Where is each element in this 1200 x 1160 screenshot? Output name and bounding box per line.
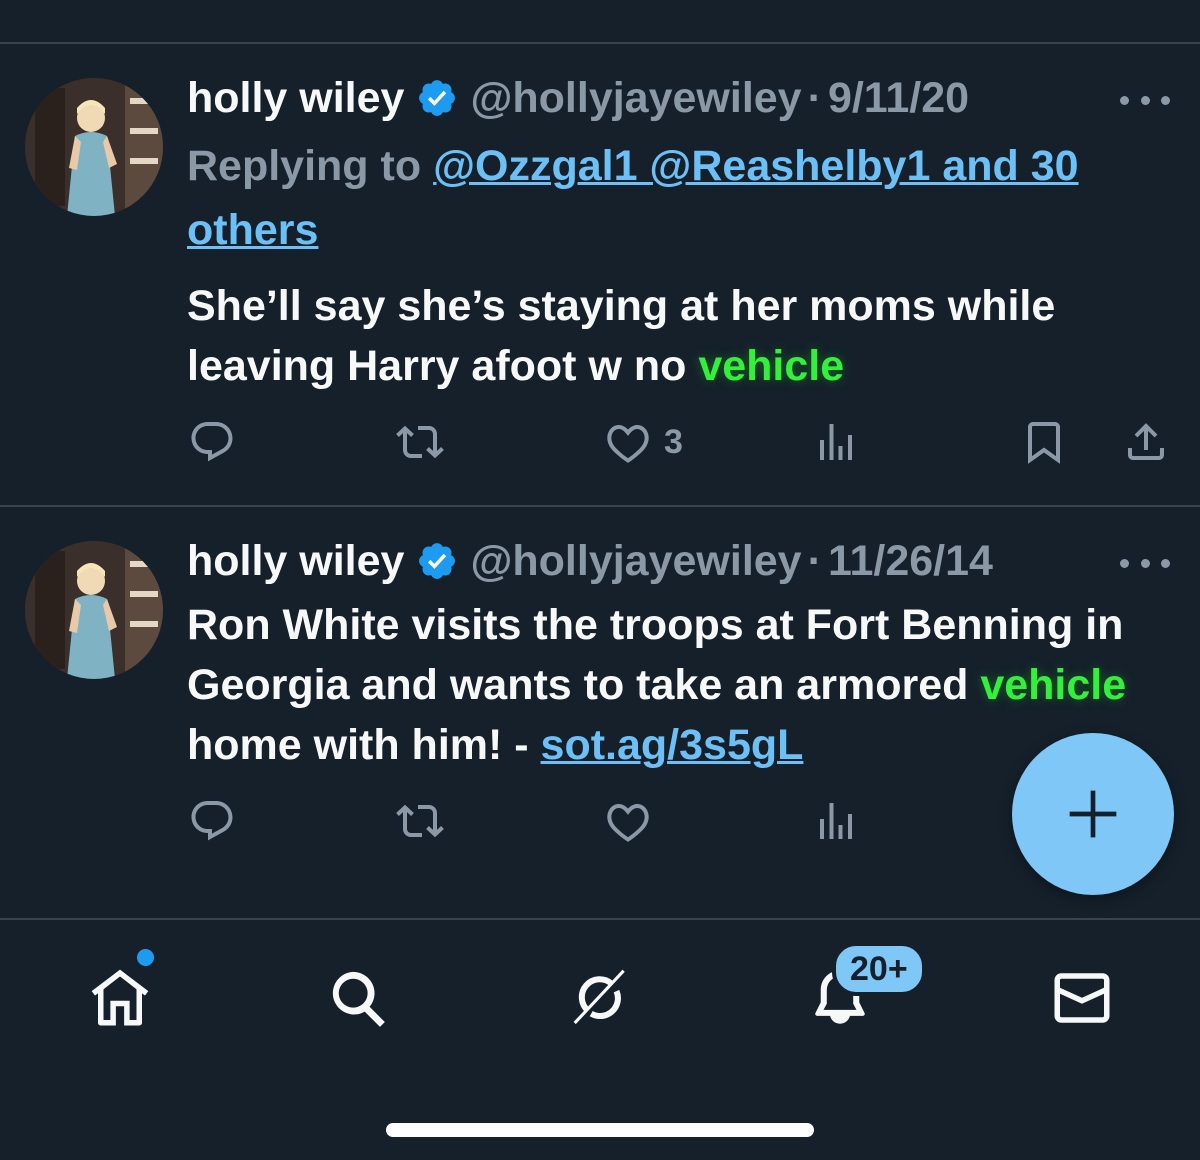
verified-badge-icon: [416, 77, 458, 119]
views-button[interactable]: [812, 791, 860, 851]
retweet-button[interactable]: [396, 412, 444, 472]
tweet-header: holly wiley @hollyjayewiley · 9/11/20: [187, 68, 969, 128]
reply-button[interactable]: [188, 791, 236, 851]
reply-button[interactable]: [188, 412, 236, 472]
home-indicator[interactable]: [386, 1123, 814, 1137]
more-dots-icon[interactable]: [1120, 90, 1170, 110]
tweet-text: She’ll say she’s staying at her moms whi…: [187, 276, 1177, 396]
heart-icon: [607, 424, 649, 463]
tweet-actions: 3: [0, 412, 1200, 472]
reply-icon: [191, 422, 233, 462]
tweet-date[interactable]: 9/11/20: [828, 74, 969, 123]
mail-icon: [1054, 973, 1110, 1023]
bookmark-button[interactable]: [1020, 412, 1068, 472]
bookmark-icon: [1028, 422, 1060, 464]
heart-icon: [607, 803, 649, 842]
views-icon: [820, 424, 852, 460]
tweet-text-end: home with him! -: [187, 721, 541, 769]
tweet-1[interactable]: holly wiley @hollyjayewiley · 9/11/20 Re…: [0, 44, 1200, 506]
like-button[interactable]: [604, 791, 652, 851]
share-button[interactable]: [1122, 412, 1170, 472]
more-dots-icon[interactable]: [1120, 553, 1170, 573]
like-count: 3: [664, 422, 683, 461]
retweet-icon: [396, 425, 444, 459]
plus-icon: [1069, 790, 1117, 838]
replying-to: Replying to @Ozzgal1 @Reashelby1 and 30 …: [187, 134, 1167, 262]
views-icon: [820, 803, 852, 839]
replying-prefix: Replying to: [187, 142, 422, 190]
tab-home[interactable]: [80, 958, 160, 1038]
reply-icon: [191, 801, 233, 841]
search-icon: [332, 971, 385, 1027]
tab-messages[interactable]: [1042, 958, 1122, 1038]
share-icon: [1128, 423, 1164, 460]
avatar[interactable]: [25, 541, 163, 679]
top-strip: [0, 0, 1200, 43]
user-handle[interactable]: @hollyjayewiley: [470, 74, 801, 123]
grok-icon: [573, 969, 625, 1025]
avatar[interactable]: [25, 78, 163, 216]
display-name[interactable]: holly wiley: [187, 537, 404, 586]
notifications-badge: 20+: [832, 942, 926, 996]
retweet-icon: [396, 804, 444, 838]
retweet-button[interactable]: [396, 791, 444, 851]
tweet-text-start: She’ll say she’s staying at her moms whi…: [187, 282, 1056, 390]
home-icon: [91, 969, 149, 1026]
tweet-2[interactable]: holly wiley @hollyjayewiley · 11/26/14 R…: [0, 507, 1200, 917]
separator: ·: [807, 536, 822, 585]
tweet-header: holly wiley @hollyjayewiley · 11/26/14: [187, 531, 993, 591]
verified-badge-icon: [416, 540, 458, 582]
display-name[interactable]: holly wiley: [187, 74, 404, 123]
highlighted-word: vehicle: [698, 342, 845, 390]
highlighted-word: vehicle: [980, 661, 1127, 709]
tab-grok[interactable]: [560, 958, 640, 1038]
tab-search[interactable]: [318, 958, 398, 1038]
tweet-text: Ron White visits the troops at Fort Benn…: [187, 595, 1177, 775]
user-handle[interactable]: @hollyjayewiley: [470, 537, 801, 586]
like-button[interactable]: 3: [604, 412, 683, 472]
tweet-date[interactable]: 11/26/14: [828, 537, 993, 586]
separator: ·: [807, 73, 822, 122]
tweet-link[interactable]: sot.ag/3s5gL: [541, 721, 804, 769]
home-new-posts-dot: [134, 946, 157, 969]
views-button[interactable]: [812, 412, 860, 472]
compose-button[interactable]: [1012, 733, 1174, 895]
